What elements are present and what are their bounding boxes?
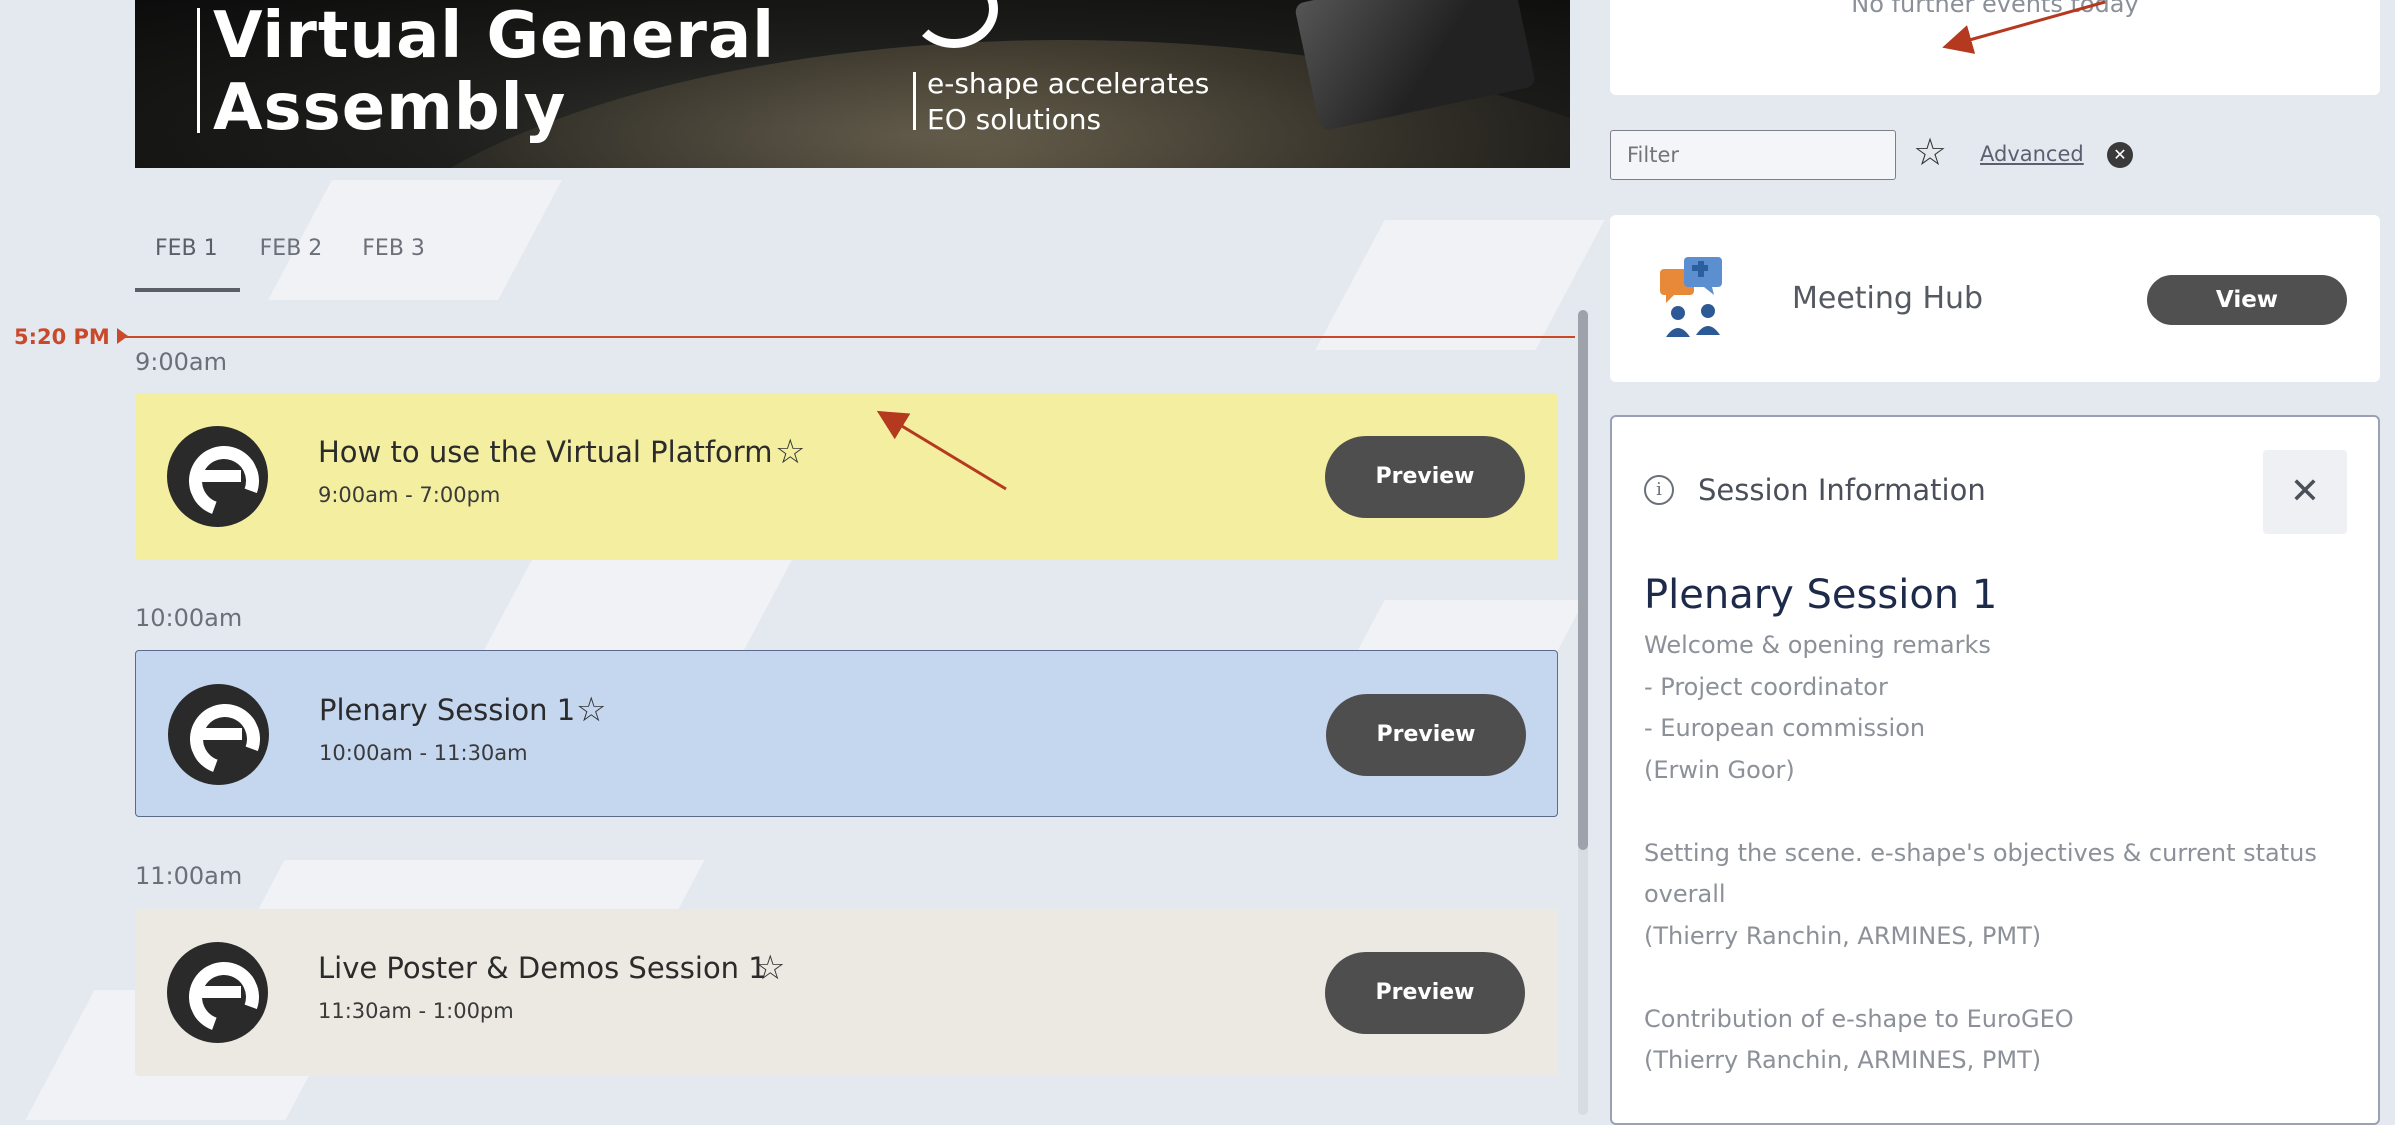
no-events-message: No further events today: [1851, 0, 2139, 18]
session-info-description: Welcome & opening remarks - Project coor…: [1644, 625, 2344, 1082]
description-line: (Thierry Ranchin, ARMINES, PMT): [1644, 921, 2042, 950]
banner-divider: [197, 8, 200, 133]
upcoming-events-box: No further events today: [1610, 0, 2380, 95]
session-times: 11:30am - 1:00pm: [318, 999, 514, 1023]
description-line: overall: [1644, 880, 1726, 908]
advanced-filter-link[interactable]: Advanced: [1980, 142, 2084, 166]
description-line: Setting the scene. e-shape's objectives …: [1644, 838, 2317, 867]
preview-button[interactable]: Preview: [1326, 694, 1526, 776]
meeting-hub-card: Meeting Hub View: [1610, 215, 2380, 382]
session-info-title: Plenary Session 1: [1644, 572, 1998, 618]
date-tabs: FEB 1 FEB 2 FEB 3: [135, 232, 445, 292]
banner-title-line2: Assembly: [213, 71, 567, 145]
time-slot-label: 9:00am: [135, 348, 227, 376]
meeting-hub-label: Meeting Hub: [1792, 281, 1984, 316]
session-name: How to use the Virtual Platform: [318, 435, 773, 469]
description-line: Welcome & opening remarks: [1644, 631, 1991, 659]
current-time-label: 5:20 PM: [14, 325, 110, 349]
favorite-star-icon[interactable]: ☆: [775, 435, 805, 469]
session-info-heading: Session Information: [1698, 473, 1986, 507]
banner-tagline: e-shape accelerates EO solutions: [927, 66, 1209, 138]
description-line: [1644, 791, 2344, 833]
info-icon: i: [1644, 475, 1674, 505]
favorite-star-icon[interactable]: ☆: [576, 693, 606, 727]
session-information-panel: i Session Information ✕ Plenary Session …: [1610, 415, 2380, 1125]
tab-feb-2[interactable]: FEB 2: [240, 232, 343, 288]
tab-feb-3[interactable]: FEB 3: [342, 232, 445, 288]
banner-tagline-line1: e-shape accelerates: [927, 67, 1210, 100]
clear-filter-icon[interactable]: ✕: [2107, 142, 2133, 168]
session-info-header: i Session Information: [1644, 473, 1986, 507]
background-stripe: [1315, 220, 1605, 350]
eshape-logo-icon: [167, 942, 271, 1044]
session-name: Plenary Session 1: [319, 693, 576, 727]
description-line: - European commission: [1644, 714, 1926, 742]
tagline-divider: [913, 72, 916, 130]
eshape-logo-icon: [168, 684, 272, 786]
close-panel-button[interactable]: ✕: [2263, 450, 2347, 534]
description-line: Contribution of e-shape to EuroGEO: [1644, 1004, 2074, 1033]
time-slot-label: 11:00am: [135, 862, 243, 890]
description-line: - Project coordinator: [1644, 672, 1888, 701]
meeting-hub-icon: [1660, 257, 1722, 337]
session-card[interactable]: Live Poster & Demos Session 1 ☆ 11:30am …: [135, 909, 1558, 1076]
session-card[interactable]: Plenary Session 1 ☆ 10:00am - 11:30am Pr…: [135, 650, 1558, 817]
description-line: [1644, 957, 2344, 999]
preview-button[interactable]: Preview: [1325, 952, 1525, 1034]
banner-title-line1: Virtual General: [213, 0, 776, 73]
eshape-logo-icon: [167, 426, 271, 528]
session-times: 10:00am - 11:30am: [319, 741, 528, 765]
time-slot-label: 10:00am: [135, 604, 243, 632]
description-line: (Erwin Goor): [1644, 755, 1795, 784]
favorites-filter-star-icon[interactable]: ☆: [1913, 132, 1947, 172]
timeline-scrollbar-thumb[interactable]: [1578, 310, 1588, 850]
event-banner: Virtual General Assembly e-shape acceler…: [135, 0, 1570, 168]
session-times: 9:00am - 7:00pm: [318, 483, 501, 507]
current-time-line: [125, 336, 1575, 338]
meeting-hub-view-button[interactable]: View: [2147, 275, 2347, 325]
favorite-star-icon[interactable]: ☆: [755, 951, 785, 985]
banner-tagline-line2: EO solutions: [927, 103, 1102, 136]
session-name: Live Poster & Demos Session 1: [318, 951, 767, 985]
description-line: (Thierry Ranchin, ARMINES, PMT): [1644, 1046, 2042, 1074]
tab-feb-1[interactable]: FEB 1: [135, 232, 240, 292]
filter-input[interactable]: [1610, 130, 1896, 180]
session-card[interactable]: How to use the Virtual Platform ☆ 9:00am…: [135, 393, 1558, 560]
banner-title: Virtual General Assembly: [213, 0, 775, 144]
preview-button[interactable]: Preview: [1325, 436, 1525, 518]
